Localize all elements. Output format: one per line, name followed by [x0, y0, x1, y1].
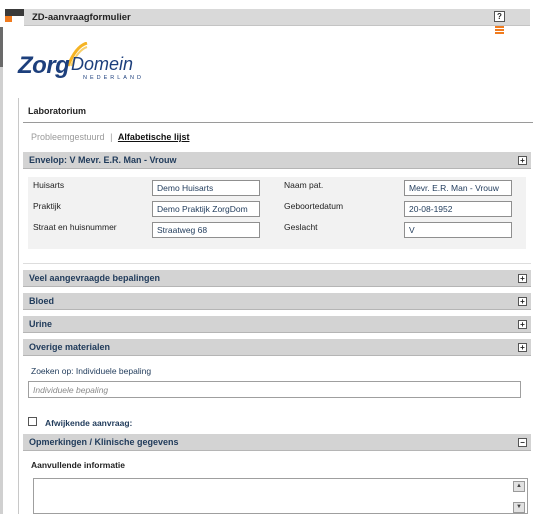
huisarts-field[interactable]: Demo Huisarts [152, 180, 260, 196]
aanvullende-informatie-label: Aanvullende informatie [31, 460, 125, 470]
zorgdomein-logo: Zorg Domein NEDERLAND [18, 40, 168, 90]
panel-veel-aangevraagde-bepalingen[interactable]: Veel aangevraagde bepalingen + [23, 270, 531, 287]
aanvullende-informatie-textarea[interactable]: ▲ ▼ [33, 478, 528, 514]
tab-probleemgestuurd[interactable]: Probleemgestuurd [31, 132, 105, 142]
panel-label: Overige materialen [29, 342, 111, 352]
tab-separator: | [110, 132, 113, 142]
expand-icon[interactable]: + [518, 297, 527, 306]
envelope-panel-header[interactable]: Envelop: V Mevr. E.R. Man - Vrouw + [23, 152, 531, 169]
expand-icon[interactable]: + [518, 156, 527, 165]
menu-icon[interactable] [495, 26, 504, 34]
naam-field[interactable]: Mevr. E.R. Man - Vrouw [404, 180, 512, 196]
scroll-down-icon[interactable]: ▼ [513, 502, 525, 513]
left-gutter-marker [0, 27, 3, 67]
expand-icon[interactable]: + [518, 343, 527, 352]
straat-label: Straat en huisnummer [33, 222, 117, 232]
search-label-prefix: Zoeken op: [31, 366, 74, 376]
search-label: Zoeken op: Individuele bepaling [31, 366, 151, 376]
collapse-icon[interactable]: − [518, 438, 527, 447]
panel-label: Bloed [29, 296, 55, 306]
corner-decoration [5, 9, 24, 16]
afwijkende-aanvraag-checkbox[interactable] [28, 417, 37, 426]
naam-label: Naam pat. [284, 180, 324, 190]
help-icon[interactable]: ? [494, 11, 505, 22]
tab-underline [23, 122, 533, 123]
scroll-up-icon[interactable]: ▲ [513, 481, 525, 492]
geslacht-field[interactable]: V [404, 222, 512, 238]
left-gutter [0, 27, 3, 514]
afwijkende-aanvraag-label: Afwijkende aanvraag: [45, 418, 133, 428]
praktijk-field[interactable]: Demo Praktijk ZorgDom [152, 201, 260, 217]
geboortedatum-label: Geboortedatum [284, 201, 344, 211]
tab-laboratorium[interactable]: Laboratorium [28, 106, 86, 116]
tab-alfabetische-lijst[interactable]: Alfabetische lijst [118, 132, 190, 142]
expand-icon[interactable]: + [518, 274, 527, 283]
window-titlebar: ZD-aanvraagformulier ? [24, 9, 530, 26]
corner-accent [5, 16, 12, 22]
search-mode-link[interactable]: Individuele bepaling [76, 366, 151, 376]
geslacht-label: Geslacht [284, 222, 318, 232]
logo-word-zorg: Zorg [18, 52, 70, 79]
straat-field[interactable]: Straatweg 68 [152, 222, 260, 238]
panel-label: Veel aangevraagde bepalingen [29, 273, 161, 283]
expand-icon[interactable]: + [518, 320, 527, 329]
logo-word-domein: Domein [71, 54, 134, 74]
textarea-scrollbar[interactable]: ▲ ▼ [513, 480, 525, 514]
panel-overige-materialen[interactable]: Overige materialen + [23, 339, 531, 356]
envelope-body: Huisarts Demo Huisarts Praktijk Demo Pra… [23, 170, 531, 264]
panel-label: Opmerkingen / Klinische gegevens [29, 437, 179, 447]
subtabs: Probleemgestuurd | Alfabetische lijst [31, 132, 189, 142]
panel-bloed[interactable]: Bloed + [23, 293, 531, 310]
search-input[interactable]: Individuele bepaling [28, 381, 521, 398]
panel-label: Urine [29, 319, 53, 329]
huisarts-label: Huisarts [33, 180, 65, 190]
panel-opmerkingen[interactable]: Opmerkingen / Klinische gegevens − [23, 434, 531, 451]
envelope-fields: Huisarts Demo Huisarts Praktijk Demo Pra… [28, 177, 526, 249]
window-title: ZD-aanvraagformulier [32, 12, 131, 23]
logo-subtitle: NEDERLAND [83, 75, 144, 81]
content-divider [18, 98, 19, 514]
geboortedatum-field[interactable]: 20-08-1952 [404, 201, 512, 217]
window-edge [0, 0, 24, 514]
panel-urine[interactable]: Urine + [23, 316, 531, 333]
envelope-title: Envelop: V Mevr. E.R. Man - Vrouw [29, 155, 177, 165]
praktijk-label: Praktijk [33, 201, 61, 211]
